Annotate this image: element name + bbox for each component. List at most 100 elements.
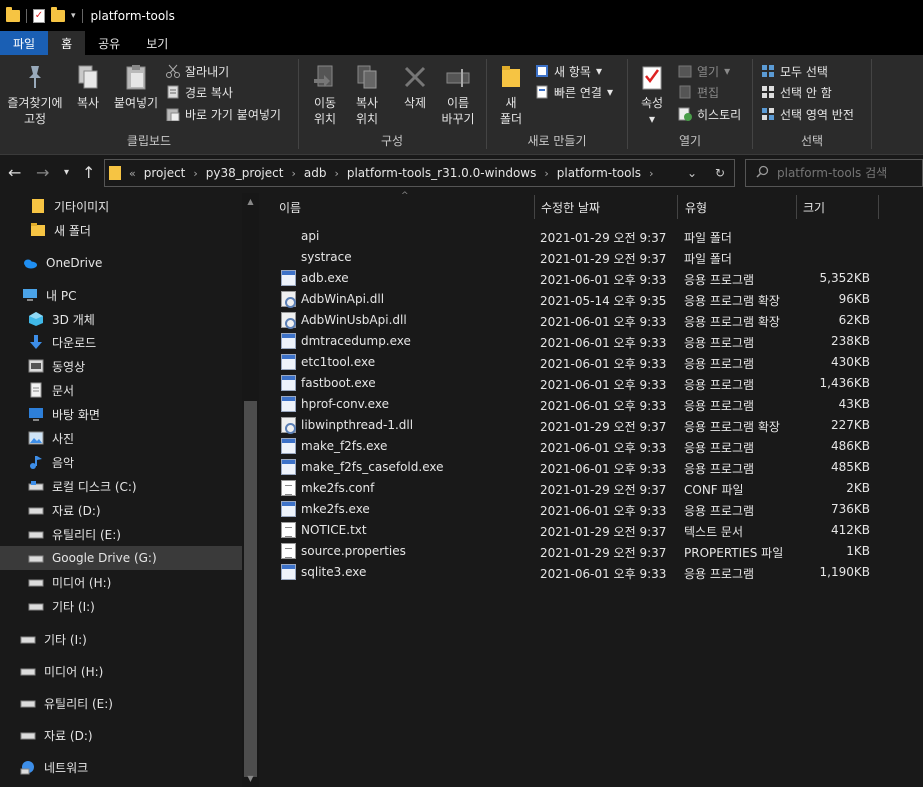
chevron-right-icon[interactable]: › — [193, 167, 197, 180]
search-box[interactable] — [745, 159, 923, 187]
column-divider[interactable] — [534, 195, 535, 219]
file-modified: 2021-01-29 오전 9:37 — [540, 252, 667, 266]
sidebar-item-network[interactable]: 네트워크 — [0, 755, 242, 779]
sidebar-item-3d-objects[interactable]: 3D 개체 — [0, 307, 242, 331]
recent-locations-chevron-icon[interactable]: ▾ — [64, 163, 69, 183]
file-row[interactable]: libwinpthread-1.dll 2021-01-29 오전 9:37 응용 … — [279, 415, 895, 436]
column-header-modified[interactable]: 수정한 날짜 — [541, 193, 600, 221]
copy-button[interactable]: 복사 — [70, 61, 106, 111]
file-row[interactable]: fastboot.exe 2021-06-01 오후 9:33 응용 프로그램 1,4… — [279, 373, 895, 394]
open-button[interactable]: 열기 ▾ — [678, 61, 730, 81]
sidebar-item-network-drive-d[interactable]: 자료 (D:) — [0, 723, 242, 747]
breadcrumb: « project › py38_project › adb › platfor… — [109, 166, 653, 180]
file-row[interactable]: make_f2fs_casefold.exe 2021-06-01 오후 9:33… — [279, 457, 895, 478]
file-row[interactable]: AdbWinApi.dll 2021-05-14 오후 9:35 응용 프로그램 확… — [279, 289, 895, 310]
search-input[interactable] — [777, 166, 907, 180]
easy-access-button[interactable]: 빠른 연결 ▾ — [535, 82, 613, 102]
file-row[interactable]: systrace 2021-01-29 오전 9:37 파일 폴더 — [279, 247, 895, 268]
file-row[interactable]: adb.exe 2021-06-01 오후 9:33 응용 프로그램 5,352KB — [279, 268, 895, 289]
history-button[interactable]: 히스토리 — [678, 104, 741, 124]
tab-file[interactable]: 파일 — [0, 31, 49, 55]
sidebar-item-network-drive-h[interactable]: 미디어 (H:) — [0, 659, 242, 683]
file-row[interactable]: mke2fs.exe 2021-06-01 오후 9:33 응용 프로그램 736KB — [279, 499, 895, 520]
file-row[interactable]: source.properties 2021-01-29 오전 9:37 PROPE… — [279, 541, 895, 562]
back-arrow-icon[interactable]: ← — [8, 163, 21, 183]
sidebar-item-onedrive[interactable]: OneDrive — [0, 251, 242, 275]
tab-home[interactable]: 홈 — [48, 31, 86, 55]
breadcrumb-py38-project[interactable]: py38_project — [206, 166, 284, 180]
new-item-button[interactable]: 새 항목 ▾ — [535, 61, 602, 81]
sidebar-item-videos[interactable]: 동영상 — [0, 354, 242, 378]
sidebar-item-this-pc[interactable]: 내 PC — [0, 283, 242, 307]
breadcrumb-platform-tools[interactable]: platform-tools — [557, 166, 641, 180]
sidebar-item-desktop[interactable]: 바탕 화면 — [0, 402, 242, 426]
chevron-right-icon[interactable]: › — [544, 167, 548, 180]
file-row[interactable]: hprof-conv.exe 2021-06-01 오후 9:33 응용 프로그램 4… — [279, 394, 895, 415]
sidebar-item-new-folder[interactable]: 새 폴더 — [0, 218, 242, 242]
refresh-icon[interactable]: ↻ — [706, 166, 734, 180]
new-folder-quick-icon[interactable] — [51, 6, 65, 22]
select-none-button[interactable]: 선택 안 함 — [761, 82, 832, 102]
file-row[interactable]: NOTICE.txt 2021-01-29 오전 9:37 텍스트 문서 412KB — [279, 520, 895, 541]
file-row[interactable]: etc1tool.exe 2021-06-01 오후 9:33 응용 프로그램 430… — [279, 352, 895, 373]
sidebar-item-google-drive-g[interactable]: Google Drive (G:) — [0, 546, 242, 570]
rename-button[interactable]: 이름 바꾸기 — [437, 61, 479, 127]
delete-button[interactable]: 삭제 — [395, 61, 435, 111]
up-arrow-icon[interactable]: ↑ — [82, 163, 95, 183]
file-row[interactable]: make_f2fs.exe 2021-06-01 오후 9:33 응용 프로그램 48… — [279, 436, 895, 457]
column-header-type[interactable]: 유형 — [685, 193, 707, 221]
forward-arrow-icon[interactable]: → — [36, 163, 49, 183]
scrollbar-thumb[interactable] — [244, 401, 257, 777]
invert-selection-button[interactable]: 선택 영역 반전 — [761, 104, 854, 124]
sidebar-item-drive-i[interactable]: 기타 (I:) — [0, 594, 242, 618]
sidebar-scrollbar[interactable]: ▲ ▼ — [242, 193, 259, 787]
sidebar-item-drive-h[interactable]: 미디어 (H:) — [0, 570, 242, 594]
edit-button[interactable]: 편집 — [678, 82, 719, 102]
breadcrumb-project[interactable]: project — [144, 166, 186, 180]
sidebar-item-downloads[interactable]: 다운로드 — [0, 330, 242, 354]
breadcrumb-adb[interactable]: adb — [304, 166, 327, 180]
file-row[interactable]: mke2fs.conf 2021-01-29 오전 9:37 CONF 파일 2KB — [279, 478, 895, 499]
properties-quick-icon[interactable]: ✓ — [33, 8, 45, 23]
file-row[interactable]: dmtracedump.exe 2021-06-01 오후 9:33 응용 프로그램… — [279, 331, 895, 352]
sidebar-item-network-drive-i[interactable]: 기타 (I:) — [0, 627, 242, 651]
chevron-right-icon[interactable]: › — [334, 167, 338, 180]
sidebar-item-pictures[interactable]: 사진 — [0, 426, 242, 450]
select-all-button[interactable]: 모두 선택 — [761, 61, 828, 81]
sidebar-item-other-images[interactable]: 기타이미지 — [0, 194, 242, 218]
column-divider[interactable] — [878, 195, 879, 219]
address-history-chevron-icon[interactable]: ⌄ — [678, 166, 706, 180]
address-bar[interactable]: « project › py38_project › adb › platfor… — [104, 159, 735, 187]
sidebar-item-drive-e[interactable]: 유틸리티 (E:) — [0, 522, 242, 546]
column-header-name[interactable]: 이름 — [279, 193, 301, 221]
scroll-up-icon[interactable]: ▲ — [242, 197, 259, 206]
sidebar-item-local-disk-c[interactable]: 로컬 디스크 (C:) — [0, 474, 242, 498]
sidebar-item-drive-d[interactable]: 자료 (D:) — [0, 498, 242, 522]
customize-quick-access-icon[interactable]: ▾ — [71, 11, 76, 21]
chevron-right-icon[interactable]: › — [291, 167, 295, 180]
sidebar-item-music[interactable]: 음악 — [0, 450, 242, 474]
copy-to-button[interactable]: 복사 위치 — [347, 61, 387, 127]
pin-to-quick-access-button[interactable]: 즐겨찾기에 고정 — [4, 61, 66, 127]
paste-shortcut-button[interactable]: 바로 가기 붙여넣기 — [166, 104, 281, 124]
column-divider[interactable] — [796, 195, 797, 219]
move-to-button[interactable]: 이동 위치 — [305, 61, 345, 127]
file-row[interactable]: sqlite3.exe 2021-06-01 오후 9:33 응용 프로그램 1,19… — [279, 562, 895, 583]
new-folder-button[interactable]: 새 폴더 — [491, 61, 531, 127]
breadcrumb-platform-tools-windows[interactable]: platform-tools_r31.0.0-windows — [347, 166, 537, 180]
chevron-right-icon[interactable]: › — [649, 167, 653, 180]
file-row[interactable]: api 2021-01-29 오전 9:37 파일 폴더 — [279, 226, 895, 247]
paste-button[interactable]: 붙여넣기 — [108, 61, 164, 111]
scroll-down-icon[interactable]: ▼ — [242, 774, 259, 783]
cut-button[interactable]: 잘라내기 — [166, 61, 229, 81]
column-divider[interactable] — [677, 195, 678, 219]
tab-share[interactable]: 공유 — [85, 31, 133, 55]
tab-view[interactable]: 보기 — [133, 31, 181, 55]
file-row[interactable]: AdbWinUsbApi.dll 2021-06-01 오후 9:33 응용 프로그… — [279, 310, 895, 331]
sidebar-item-network-drive-e[interactable]: 유틸리티 (E:) — [0, 691, 242, 715]
overflow-crumb[interactable]: « — [129, 167, 136, 180]
properties-button[interactable]: 속성 ▾ — [634, 61, 670, 127]
sidebar-item-documents[interactable]: 문서 — [0, 378, 242, 402]
copy-path-button[interactable]: 경로 복사 — [166, 82, 233, 102]
column-header-size[interactable]: 크기 — [803, 193, 825, 221]
